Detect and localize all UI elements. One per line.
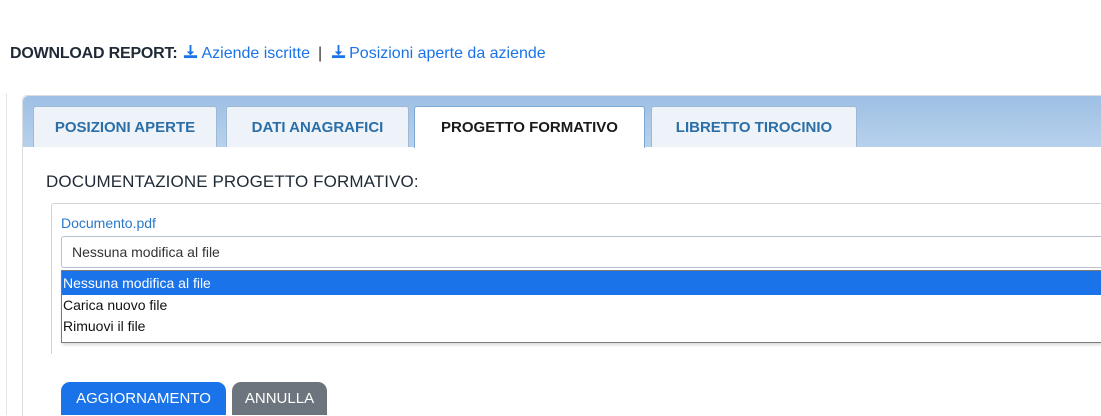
file-action-dropdown: Nessuna modifica al file Carica nuovo fi… <box>61 270 1101 343</box>
download-report-bar: DOWNLOAD REPORT: Aziende iscritte | Posi… <box>10 44 546 64</box>
tab-progetto-formativo[interactable]: PROGETTO FORMATIVO <box>414 106 645 148</box>
download-icon <box>183 44 198 64</box>
section-title: DOCUMENTAZIONE PROGETTO FORMATIVO: <box>46 172 419 191</box>
download-link-label: Aziende iscritte <box>201 45 310 62</box>
download-posizioni-aperte-link[interactable]: Posizioni aperte da aziende <box>331 44 546 64</box>
download-report-label: DOWNLOAD REPORT: <box>10 45 178 62</box>
download-link-label: Posizioni aperte da aziende <box>349 45 546 62</box>
tab-dati-anagrafici[interactable]: DATI ANAGRAFICI <box>226 106 409 147</box>
tab-bar: POSIZIONI APERTE DATI ANAGRAFICI PROGETT… <box>23 96 1101 148</box>
left-divider <box>6 93 7 415</box>
cancel-button[interactable]: ANNULLA <box>232 382 327 415</box>
document-file-link[interactable]: Documento.pdf <box>61 215 156 231</box>
file-action-select[interactable]: Nessuna modifica al file <box>61 236 1101 268</box>
download-aziende-iscritte-link[interactable]: Aziende iscritte <box>177 44 310 64</box>
update-button[interactable]: AGGIORNAMENTO <box>61 382 226 415</box>
link-separator: | <box>317 45 323 62</box>
download-icon <box>331 44 346 64</box>
tab-posizioni-aperte[interactable]: POSIZIONI APERTE <box>33 106 217 147</box>
option-no-change[interactable]: Nessuna modifica al file <box>62 271 1101 295</box>
option-remove-file[interactable]: Rimuovi il file <box>62 316 1101 337</box>
tab-libretto-tirocinio[interactable]: LIBRETTO TIROCINIO <box>651 106 857 147</box>
option-upload-new[interactable]: Carica nuovo file <box>62 295 1101 316</box>
